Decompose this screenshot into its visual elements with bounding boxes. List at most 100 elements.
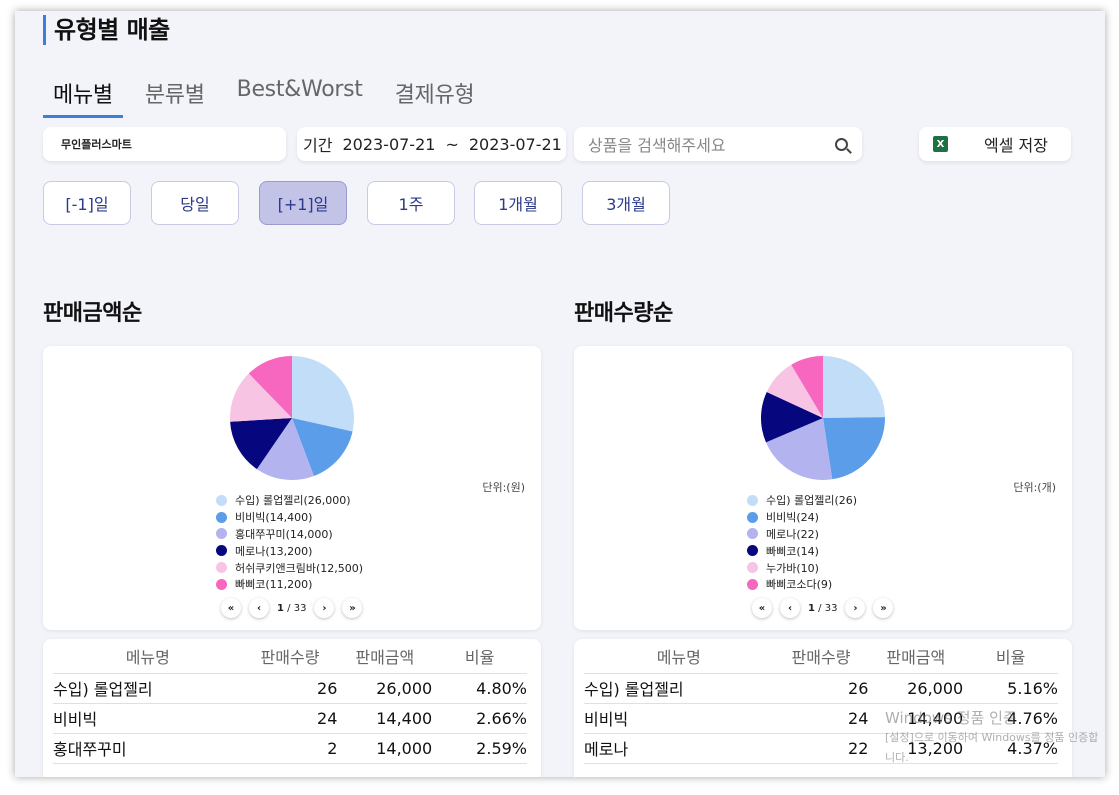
search-input[interactable]: 상품을 검색해주세요 [574,127,862,161]
col-quantity[interactable]: 판매수량 [773,639,869,674]
cell-quantity: 26 [242,673,338,704]
col-ratio[interactable]: 비율 [432,639,527,674]
cell-ratio: 2.66% [432,703,527,734]
legend-dot [216,494,227,506]
col-amount[interactable]: 판매금액 [868,639,964,674]
cell-menu-name: 수입) 롤업젤리 [53,673,243,704]
unit-label: 단위:(원) [482,481,525,494]
legend-item: 비비빅(14,400) [216,509,363,526]
page-title: 유형별 매출 [43,15,170,45]
prev-page-icon[interactable]: ‹ [249,598,269,618]
page-indicator: 1 / 33 [808,603,837,614]
end-date[interactable]: 2023-07-21 [469,135,562,154]
cell-quantity: 22 [773,733,869,764]
col-menu-name[interactable]: 메뉴명 [53,639,243,674]
table-header-row: 메뉴명 판매수량 판매금액 비율 [53,639,527,674]
legend-label: 메로나(13,200) [235,544,313,558]
page-indicator: 1 / 33 [277,603,306,614]
legend-label: 홍대쭈꾸미(14,000) [235,527,333,541]
range-3-months-button[interactable]: 3개월 [582,181,670,225]
table-row[interactable]: 수입) 롤업젤리 26 26,000 5.16% [584,673,1058,704]
pie-slice-1[interactable] [823,356,885,418]
cell-quantity: 24 [242,703,338,734]
sales-quantity-table: 메뉴명 판매수량 판매금액 비율 수입) 롤업젤리 26 26,000 5.16% 비… [584,639,1058,764]
cell-amount: 14,000 [337,733,433,764]
range-prev-day-button[interactable]: [-1]일 [43,181,131,225]
legend-dot [747,578,758,590]
table-row[interactable]: 메로나 22 13,200 4.37% [584,733,1058,764]
date-range-picker[interactable]: 기간 2023-07-21 ~ 2023-07-21 [297,127,566,161]
range-today-button[interactable]: 당일 [151,181,239,225]
cell-menu-name: 비비빅 [53,703,243,734]
current-page: 1 [277,602,284,614]
chart-legend: 수입) 롤업젤리(26) 비비빅(24) 메로나(22) 빠삐코(14) 누가바… [747,492,857,593]
store-select[interactable]: 무인플러스마트 [43,127,286,161]
legend-dot [747,511,758,523]
search-placeholder: 상품을 검색해주세요 [588,136,726,155]
cell-menu-name: 수입) 롤업젤리 [584,673,774,704]
excel-icon: X [933,136,948,152]
sales-quantity-section-title: 판매수량순 [574,301,673,326]
legend-dot [747,562,758,574]
chart-legend: 수입) 롤업젤리(26,000) 비비빅(14,400) 홍대쭈꾸미(14,00… [216,492,363,593]
legend-dot [216,511,227,523]
legend-dot [216,562,227,574]
start-date[interactable]: 2023-07-21 [342,135,435,154]
search-icon[interactable] [835,137,848,151]
cell-ratio: 4.80% [432,673,527,704]
total-pages: / 33 [287,602,307,614]
cell-menu-name: 메로나 [584,733,774,764]
legend-item: 수입) 롤업젤리(26,000) [216,492,363,509]
table-row[interactable]: 수입) 롤업젤리 26 26,000 4.80% [53,673,527,704]
table-row[interactable]: 비비빅 24 14,400 4.76% [584,703,1058,734]
col-ratio[interactable]: 비율 [963,639,1058,674]
sales-quantity-chart-card: 단위:(개) 수입) 롤업젤리(26) 비비빅(24) 메로나(22) 빠삐코(… [574,346,1072,630]
sales-amount-pie-chart [230,356,354,480]
cell-quantity: 26 [773,673,869,704]
tab-payment-type[interactable]: 결제유형 [385,73,485,118]
first-page-icon[interactable]: « [752,598,772,618]
legend-label: 빠삐코(11,200) [235,578,313,592]
range-next-day-button[interactable]: [+1]일 [259,181,347,225]
tab-category[interactable]: 분류별 [135,73,215,118]
legend-dot [216,545,227,557]
cell-quantity: 2 [242,733,338,764]
table-header-row: 메뉴명 판매수량 판매금액 비율 [584,639,1058,674]
legend-label: 수입) 롤업젤리(26) [766,494,858,508]
legend-label: 수입) 롤업젤리(26,000) [235,494,351,508]
cell-menu-name: 비비빅 [584,703,774,734]
col-amount[interactable]: 판매금액 [337,639,433,674]
legend-pagination: « ‹ 1 / 33 › » [752,598,894,618]
sales-amount-table-card: 메뉴명 판매수량 판매금액 비율 수입) 롤업젤리 26 26,000 4.80% 비… [43,639,541,777]
cell-menu-name: 홍대쭈꾸미 [53,733,243,764]
app-frame: 유형별 매출 메뉴별 분류별 Best&Worst 결제유형 무인플러스마트 기… [15,11,1105,777]
range-1-month-button[interactable]: 1개월 [474,181,562,225]
range-1-week-button[interactable]: 1주 [367,181,455,225]
sales-quantity-pie-chart [761,356,885,480]
tab-best-worst[interactable]: Best&Worst [227,73,373,118]
col-menu-name[interactable]: 메뉴명 [584,639,774,674]
tab-menu[interactable]: 메뉴별 [43,73,123,118]
next-page-icon[interactable]: › [845,598,866,618]
cell-amount: 26,000 [337,673,433,704]
table-row[interactable]: 비비빅 24 14,400 2.66% [53,703,527,734]
cell-ratio: 4.76% [963,703,1058,734]
cell-amount: 13,200 [868,733,964,764]
legend-item: 빠삐코(14) [747,542,857,559]
sales-quantity-table-card: 메뉴명 판매수량 판매금액 비율 수입) 롤업젤리 26 26,000 5.16% 비… [574,639,1072,777]
first-page-icon[interactable]: « [221,598,241,618]
next-page-icon[interactable]: › [314,598,335,618]
legend-item: 홍대쭈꾸미(14,000) [216,526,363,543]
legend-item: 빠삐코소다(9) [747,576,857,593]
prev-page-icon[interactable]: ‹ [780,598,800,618]
last-page-icon[interactable]: » [342,598,363,618]
table-row[interactable]: 홍대쭈꾸미 2 14,000 2.59% [53,733,527,764]
last-page-icon[interactable]: » [873,598,894,618]
col-quantity[interactable]: 판매수량 [242,639,338,674]
cell-amount: 14,400 [337,703,433,734]
excel-save-button[interactable]: X 엑셀 저장 [919,127,1071,161]
pie-slice-2[interactable] [823,417,885,480]
total-pages: / 33 [818,602,838,614]
legend-label: 빠삐코(14) [766,544,819,558]
sales-amount-chart-card: 단위:(원) 수입) 롤업젤리(26,000) 비비빅(14,400) 홍대쭈꾸… [43,346,541,630]
